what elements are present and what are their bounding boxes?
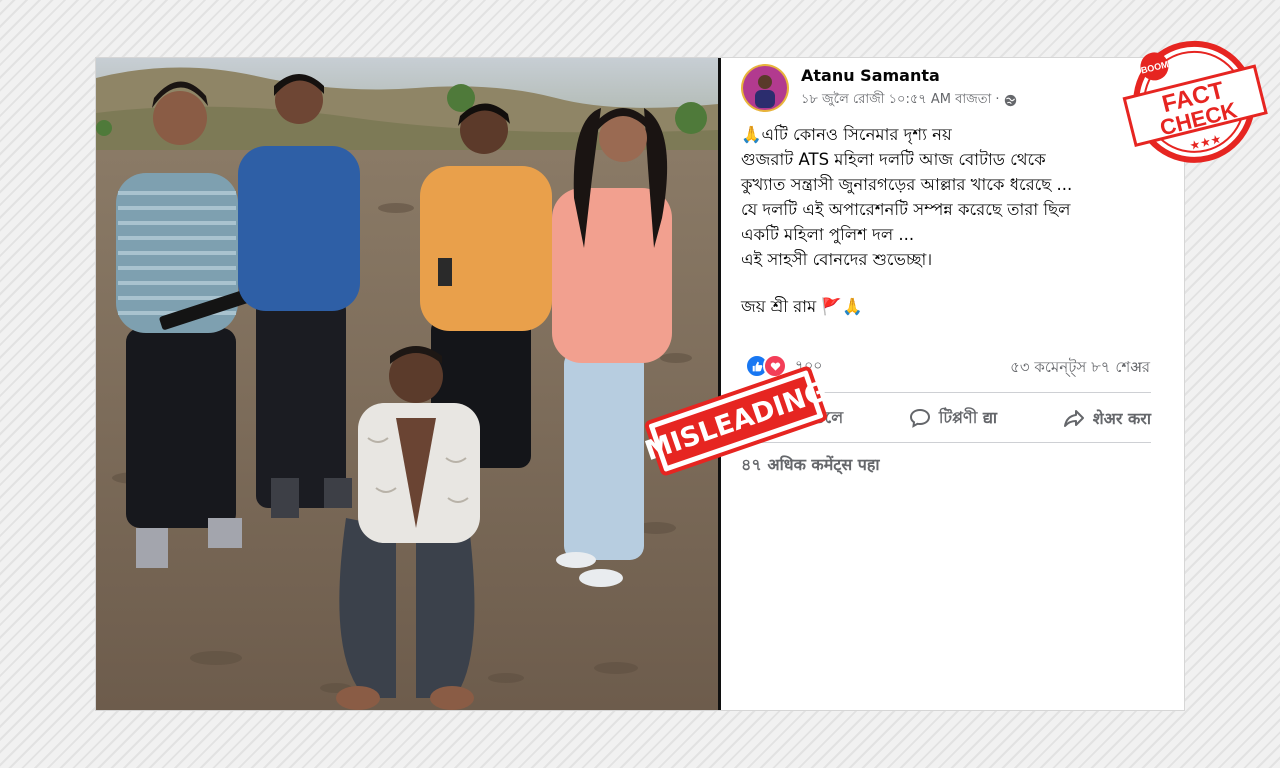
post-text-line: 🙏এটি কোনও সিনেমার দৃশ্য নয়: [741, 125, 952, 144]
share-button-label: शेअर करा: [1092, 409, 1151, 428]
view-more-comments-link[interactable]: ৪৭ अधिक कमेंट्स पहा: [741, 452, 879, 479]
comments-shares-count[interactable]: ৫৩ কমেন্ট্স ৮৭ শেअর: [1010, 356, 1150, 381]
post-photo[interactable]: [96, 58, 718, 710]
author-name[interactable]: Atanu Samanta: [801, 66, 940, 85]
comment-button-label: টিপ্পণী द्या: [938, 407, 998, 427]
post-text-line: একটি মহিলা পুলিশ দল ...: [741, 225, 915, 244]
post-text-line: কুখ্যাত সন্ত্রাসী জুনারগড়ের আল্লার খাকে…: [741, 175, 1073, 194]
post-timestamp[interactable]: ১৮ জুলৈ রোজী ১০:৫৭ AM বাজতা ·: [801, 90, 1000, 111]
post-meta: ১৮ জুলৈ রোজী ১০:৫৭ AM বাজতা ·: [801, 90, 1017, 111]
post-text: 🙏এটি কোনও সিনেমার দৃশ্য নয় গুজরাট ATS ম…: [741, 122, 1161, 319]
comment-button[interactable]: টিপ্পণী द्या: [909, 405, 997, 432]
share-icon: [1063, 410, 1084, 427]
post-closing-line: জয় শ্রী রাম 🚩🙏: [741, 297, 863, 316]
post-text-line: এই সাহসী বোনদের শুভেচ্ছা।: [741, 250, 933, 269]
text-spacer: [741, 272, 1161, 294]
share-button[interactable]: शेअर करा: [1063, 407, 1151, 429]
photo-illustration: [96, 58, 718, 710]
avatar[interactable]: [741, 64, 789, 112]
globe-icon: [1004, 94, 1016, 107]
fact-check-stamp-logo: FACT CHECK ★★★ BOOM: [1122, 40, 1268, 163]
comment-icon: [909, 408, 930, 428]
divider-line: [741, 442, 1151, 443]
post-text-line: গুজরাট ATS মহিলা দলটি আজ বোটাড থেকে: [741, 150, 1046, 169]
post-text-line: যে দলটি এই অপারেশনটি সম্পন্ন করেছে তারা …: [741, 200, 1071, 219]
